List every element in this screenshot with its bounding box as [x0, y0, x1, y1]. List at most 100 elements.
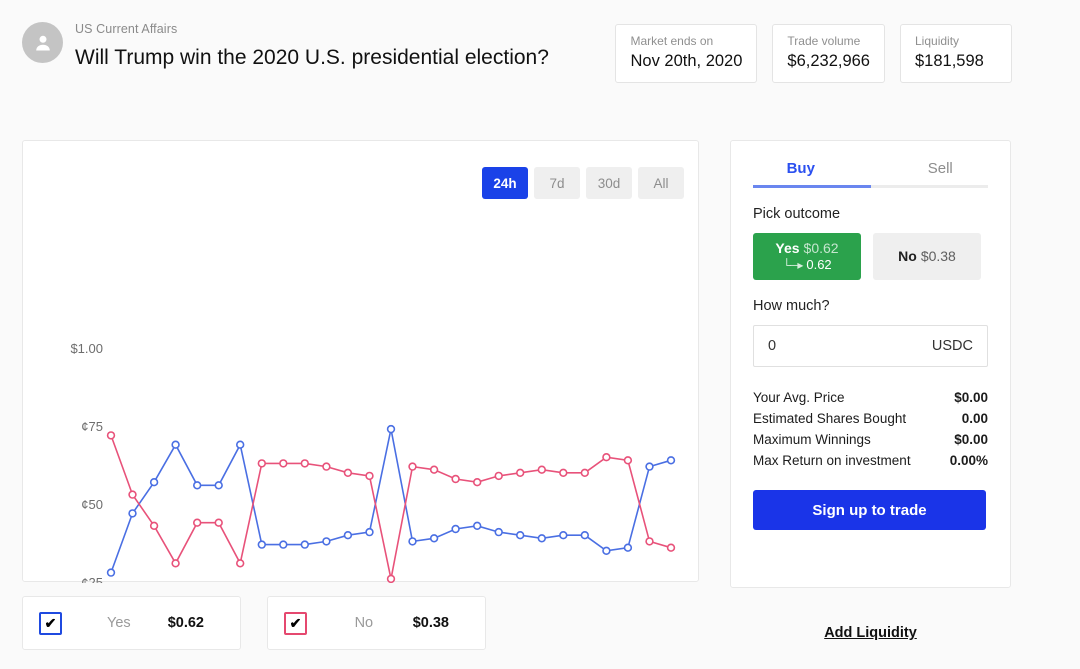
- outcome-card-yes[interactable]: ✔ Yes $0.62: [22, 596, 241, 650]
- outcome-card-no[interactable]: ✔ No $0.38: [267, 596, 486, 650]
- summary-label: Your Avg. Price: [753, 390, 845, 405]
- outcome-button-no[interactable]: No $0.38: [873, 233, 981, 280]
- add-liquidity-link[interactable]: Add Liquidity: [730, 625, 1011, 641]
- data-point-no[interactable]: [322, 462, 331, 471]
- outcome-yes-secondary: └─▸ 0.62: [782, 257, 831, 273]
- outcome-card-no-name: No: [354, 615, 374, 631]
- data-point-yes[interactable]: [537, 534, 546, 543]
- data-point-yes[interactable]: [236, 440, 245, 449]
- data-point-yes[interactable]: [666, 456, 676, 465]
- outcome-cards: ✔ Yes $0.62 ✔ No $0.38: [22, 596, 486, 650]
- summary-value: $0.00: [954, 432, 988, 447]
- data-point-no[interactable]: [451, 474, 460, 484]
- data-point-no[interactable]: [193, 518, 202, 527]
- amount-currency-label: USDC: [931, 338, 973, 354]
- price-chart-svg: $1.00¢75¢50¢25¢0-24h-22h-20h-18h-16h-14h…: [70, 341, 676, 583]
- outcome-buttons: Yes $0.62 └─▸ 0.62 No $0.38: [753, 233, 988, 280]
- y-axis-tick-label: ¢50: [81, 497, 103, 512]
- data-point-yes[interactable]: [257, 540, 267, 549]
- data-point-yes[interactable]: [300, 540, 309, 549]
- price-chart[interactable]: $1.00¢75¢50¢25¢0-24h-22h-20h-18h-16h-14h…: [23, 141, 700, 583]
- data-point-yes[interactable]: [128, 509, 137, 518]
- data-point-yes[interactable]: [214, 481, 223, 490]
- summary-row-avg-price: Your Avg. Price $0.00: [753, 387, 988, 408]
- data-point-yes[interactable]: [645, 462, 654, 471]
- data-point-no[interactable]: [494, 471, 503, 481]
- market-stats: Market ends on Nov 20th, 2020 Trade volu…: [615, 24, 1012, 83]
- summary-label: Estimated Shares Bought: [753, 411, 907, 426]
- data-point-yes[interactable]: [580, 531, 589, 540]
- data-point-no[interactable]: [214, 518, 223, 527]
- market-category: US Current Affairs: [75, 22, 178, 36]
- how-much-label: How much?: [753, 298, 830, 314]
- outcome-yes-price: $0.62: [803, 240, 839, 256]
- data-point-yes[interactable]: [408, 537, 417, 546]
- summary-label: Maximum Winnings: [753, 432, 871, 447]
- data-point-no[interactable]: [473, 478, 482, 487]
- data-point-no[interactable]: [365, 471, 374, 481]
- y-axis-tick-label: ¢75: [81, 419, 103, 434]
- summary-value: 0.00: [961, 411, 988, 426]
- data-point-yes[interactable]: [365, 527, 374, 537]
- page-title: Will Trump win the 2020 U.S. presidentia…: [75, 46, 549, 69]
- data-point-no[interactable]: [106, 431, 116, 440]
- data-point-no[interactable]: [559, 468, 568, 477]
- price-chart-card: 24h 7d 30d All $1.00¢75¢50¢25¢0-24h-22h-…: [22, 140, 700, 583]
- data-point-no[interactable]: [343, 468, 353, 477]
- checkbox-yes[interactable]: ✔: [39, 611, 62, 635]
- data-point-yes[interactable]: [279, 540, 288, 549]
- data-point-no[interactable]: [408, 462, 417, 471]
- data-point-yes[interactable]: [451, 524, 460, 534]
- series-line-yes: [110, 428, 672, 573]
- outcome-yes-primary: Yes $0.62: [775, 240, 838, 257]
- summary-value: $0.00: [954, 390, 988, 405]
- data-point-yes[interactable]: [106, 568, 116, 577]
- summary-row-shares-bought: Estimated Shares Bought 0.00: [753, 408, 988, 429]
- pick-outcome-label: Pick outcome: [753, 206, 841, 222]
- tab-sell[interactable]: Sell: [871, 141, 1011, 185]
- data-point-yes[interactable]: [494, 527, 503, 537]
- outcome-button-yes[interactable]: Yes $0.62 └─▸ 0.62: [753, 233, 861, 280]
- data-point-yes[interactable]: [516, 531, 525, 540]
- data-point-no[interactable]: [149, 521, 159, 530]
- data-point-yes[interactable]: [386, 424, 396, 434]
- summary-row-max-winnings: Maximum Winnings $0.00: [753, 429, 988, 450]
- data-point-yes[interactable]: [623, 543, 633, 552]
- amount-input[interactable]: [768, 338, 888, 354]
- data-point-no[interactable]: [602, 453, 611, 462]
- checkbox-no[interactable]: ✔: [284, 611, 307, 635]
- data-point-no[interactable]: [128, 490, 137, 499]
- amount-input-row[interactable]: USDC: [753, 325, 988, 367]
- data-point-no[interactable]: [537, 465, 546, 474]
- data-point-no[interactable]: [386, 574, 396, 583]
- data-point-yes[interactable]: [149, 478, 159, 487]
- stat-value: Nov 20th, 2020: [630, 52, 743, 70]
- data-point-yes[interactable]: [473, 521, 482, 530]
- data-point-no[interactable]: [257, 459, 267, 468]
- stat-card-market-ends: Market ends on Nov 20th, 2020: [615, 24, 758, 83]
- market-page: US Current Affairs Will Trump win the 20…: [0, 0, 1080, 669]
- data-point-no[interactable]: [623, 456, 633, 465]
- data-point-yes[interactable]: [559, 531, 568, 540]
- data-point-yes[interactable]: [322, 537, 331, 546]
- data-point-no[interactable]: [666, 543, 676, 552]
- market-header: US Current Affairs Will Trump win the 20…: [0, 0, 1080, 120]
- data-point-no[interactable]: [171, 559, 180, 568]
- tab-underline: [753, 185, 988, 188]
- data-point-no[interactable]: [279, 459, 288, 468]
- outcome-yes-secondary-value: 0.62: [806, 257, 832, 272]
- tab-buy[interactable]: Buy: [731, 141, 871, 185]
- data-point-no[interactable]: [236, 559, 245, 568]
- data-point-no[interactable]: [429, 465, 439, 474]
- data-point-no[interactable]: [645, 537, 654, 546]
- outcome-no-primary: No $0.38: [898, 248, 956, 265]
- data-point-no[interactable]: [516, 468, 525, 477]
- data-point-yes[interactable]: [171, 440, 180, 449]
- data-point-no[interactable]: [580, 468, 589, 477]
- sign-up-to-trade-button[interactable]: Sign up to trade: [753, 490, 986, 530]
- data-point-yes[interactable]: [602, 546, 611, 555]
- data-point-yes[interactable]: [193, 481, 202, 490]
- data-point-no[interactable]: [300, 459, 309, 468]
- data-point-yes[interactable]: [343, 531, 353, 540]
- data-point-yes[interactable]: [429, 534, 439, 543]
